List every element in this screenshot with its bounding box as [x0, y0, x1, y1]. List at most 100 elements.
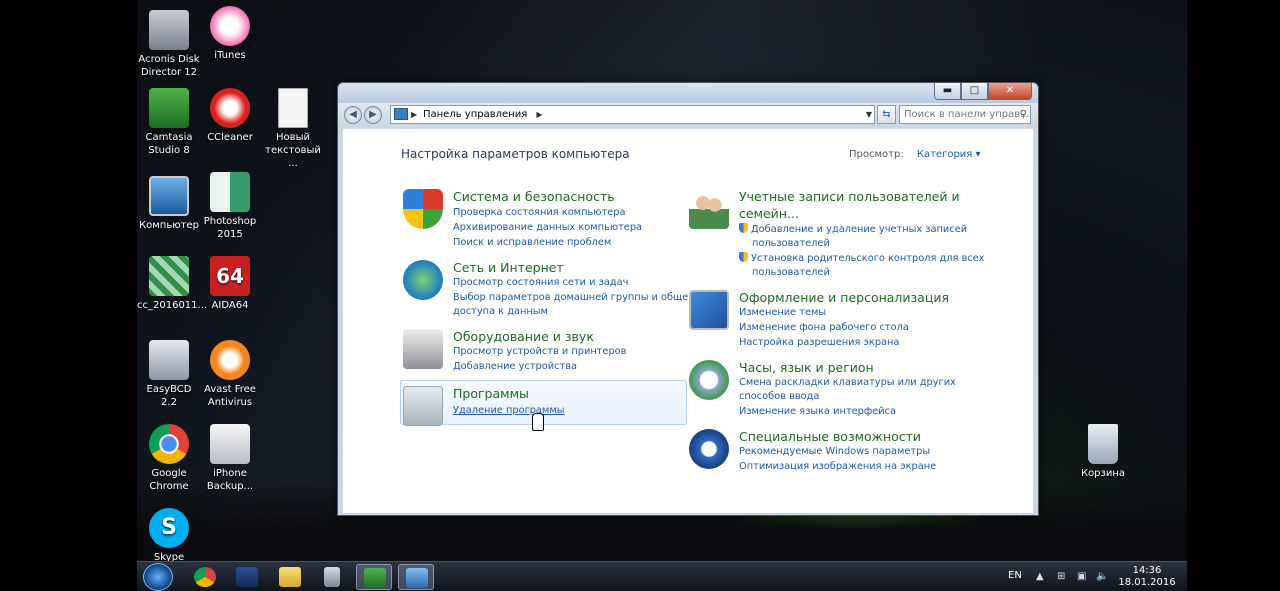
desktop-icon-itunes[interactable]: iTunes: [198, 6, 262, 62]
link-troubleshoot[interactable]: Поиск и исправление проблем: [453, 236, 611, 250]
category-title[interactable]: Специальные возможности: [739, 429, 921, 444]
accessibility-icon: [689, 429, 729, 469]
desktop-icon-avast[interactable]: Avast Free Antivirus: [198, 340, 262, 409]
link-change-theme[interactable]: Изменение темы: [739, 306, 826, 320]
breadcrumb-arrow-icon[interactable]: ▶: [536, 110, 542, 119]
link-add-remove-accounts-cont[interactable]: пользователей: [752, 237, 830, 251]
category-title[interactable]: Часы, язык и регион: [739, 360, 874, 375]
control-panel-content: Настройка параметров компьютера Просмотр…: [343, 129, 1033, 513]
language-indicator[interactable]: EN: [1008, 570, 1022, 581]
taskbar: EN ▲ ⊞ ▣ 🔈 14:36 18.01.2016: [137, 561, 1187, 591]
camtasia-icon: [364, 568, 386, 588]
hand-cursor-icon: [532, 413, 544, 431]
ccleaner-icon: [210, 88, 250, 128]
taskbar-chrome[interactable]: [187, 564, 223, 590]
taskbar-calculator[interactable]: [314, 564, 350, 590]
forward-button[interactable]: ▶: [364, 106, 382, 124]
photoshop-icon: [210, 172, 250, 212]
iphone-backup-icon: [210, 424, 250, 464]
clock-date: 18.01.2016: [1118, 577, 1176, 588]
link-homegroup[interactable]: Выбор параметров домашней группы и общег…: [453, 291, 699, 305]
category-title[interactable]: Сеть и Интернет: [453, 260, 564, 275]
category-title[interactable]: Оформление и персонализация: [739, 290, 949, 305]
chrome-icon: [194, 567, 216, 587]
folder-icon: [279, 567, 301, 587]
taskbar-explorer[interactable]: [272, 564, 308, 590]
desktop-icon-acronis[interactable]: Acronis Disk Director 12: [137, 10, 201, 79]
appearance-icon: [689, 290, 729, 330]
link-check-status[interactable]: Проверка состояния компьютера: [453, 206, 625, 220]
volume-icon[interactable]: 🔈: [1096, 571, 1108, 582]
category-title-cont[interactable]: семейн...: [739, 206, 799, 221]
skype-icon: S: [149, 508, 189, 548]
category-title[interactable]: Программы: [453, 386, 529, 401]
link-change-background[interactable]: Изменение фона рабочего стола: [739, 321, 909, 335]
programs-icon: [403, 386, 443, 426]
refresh-button[interactable]: ⇆: [877, 105, 896, 124]
link-network-status[interactable]: Просмотр состояния сети и задач: [453, 276, 628, 290]
start-button[interactable]: [143, 563, 173, 591]
desktop-icon-ccleaner[interactable]: CCleaner: [198, 88, 262, 144]
network-icon[interactable]: ▣: [1077, 571, 1086, 582]
category-title[interactable]: Учетные записи пользователей и: [739, 189, 960, 204]
view-label: Просмотр:: [849, 149, 904, 160]
taskbar-camtasia[interactable]: [356, 564, 392, 590]
view-selector: Просмотр: Категория ▾: [849, 149, 981, 160]
desktop-icon-camtasia[interactable]: Camtasia Studio 8: [137, 88, 201, 157]
link-add-device[interactable]: Добавление устройства: [453, 360, 577, 374]
chrome-icon: [149, 424, 189, 464]
breadcrumb-arrow-icon[interactable]: ▶: [411, 106, 417, 123]
address-bar[interactable]: ▶ Панель управления ▶ ▼: [390, 105, 875, 124]
acronis-icon: [149, 10, 189, 50]
desktop-icon-chrome[interactable]: Google Chrome: [137, 424, 201, 493]
show-hidden-icons[interactable]: ▲: [1036, 571, 1044, 582]
desktop: Acronis Disk Director 12 iTunes Camtasia…: [137, 0, 1187, 591]
network-globe-icon: [403, 260, 443, 300]
link-keyboard-layout[interactable]: Смена раскладки клавиатуры или других: [739, 376, 956, 390]
link-keyboard-layout-cont[interactable]: способов ввода: [739, 390, 819, 404]
archive-icon: [149, 256, 189, 296]
desktop-icon-iphone-backup[interactable]: iPhone Backup...: [198, 424, 262, 493]
uac-shield-icon: [739, 252, 748, 262]
window-titlebar[interactable]: ▬ □ ✕: [338, 83, 1038, 103]
link-homegroup-cont[interactable]: доступа к данным: [453, 305, 548, 319]
category-title[interactable]: Система и безопасность: [453, 189, 615, 204]
minimize-button[interactable]: ▬: [934, 83, 961, 100]
back-button[interactable]: ◀: [344, 106, 362, 124]
link-parental-control[interactable]: Установка родительского контроля для все…: [739, 252, 985, 266]
desktop-icon-easybcd[interactable]: EasyBCD 2.2: [137, 340, 201, 409]
breadcrumb-control-panel[interactable]: Панель управления: [423, 109, 527, 120]
windows-flag-icon[interactable]: ⊞: [1057, 571, 1065, 582]
maximize-button[interactable]: □: [961, 83, 988, 100]
link-devices-printers[interactable]: Просмотр устройств и принтеров: [453, 345, 626, 359]
link-screen-resolution[interactable]: Настройка разрешения экрана: [739, 336, 899, 350]
desktop-icon-cc-archive[interactable]: cc_2016011...: [137, 256, 207, 312]
clock[interactable]: 14:36 18.01.2016: [1117, 565, 1177, 589]
link-add-remove-accounts[interactable]: Добавление и удаление учетных записей: [739, 223, 967, 237]
search-input[interactable]: Поиск в панели управ... ⚲: [899, 105, 1031, 124]
search-placeholder: Поиск в панели управ...: [904, 109, 1030, 120]
desktop-icon-computer[interactable]: Компьютер: [137, 176, 201, 232]
view-category-dropdown[interactable]: Категория ▾: [917, 149, 981, 160]
desktop-icon-skype[interactable]: S Skype: [137, 508, 201, 564]
link-backup[interactable]: Архивирование данных компьютера: [453, 221, 642, 235]
desktop-icon-aida64[interactable]: 64 AIDA64: [198, 256, 262, 312]
taskbar-save[interactable]: [229, 564, 265, 590]
link-interface-language[interactable]: Изменение языка интерфейса: [739, 405, 896, 419]
floppy-icon: [236, 567, 258, 587]
chevron-down-icon[interactable]: ▼: [866, 106, 872, 123]
easybcd-icon: [149, 340, 189, 380]
aida64-icon: 64: [210, 256, 250, 296]
desktop-icon-photoshop[interactable]: Photoshop 2015: [198, 172, 262, 241]
link-uninstall-program[interactable]: Удаление программы: [453, 404, 564, 418]
desktop-icon-recycle-bin[interactable]: Корзина: [1071, 424, 1135, 480]
uac-shield-icon: [739, 223, 748, 233]
taskbar-control-panel[interactable]: [398, 564, 434, 590]
link-optimize-display[interactable]: Оптимизация изображения на экране: [739, 460, 936, 474]
search-icon[interactable]: ⚲: [1020, 106, 1027, 123]
link-recommended-settings[interactable]: Рекомендуемые Windows параметры: [739, 445, 930, 459]
link-parental-control-cont[interactable]: пользователей: [752, 266, 830, 280]
desktop-icon-new-text[interactable]: Новый текстовый ...: [261, 88, 325, 170]
category-title[interactable]: Оборудование и звук: [453, 329, 594, 344]
close-button[interactable]: ✕: [988, 83, 1032, 100]
